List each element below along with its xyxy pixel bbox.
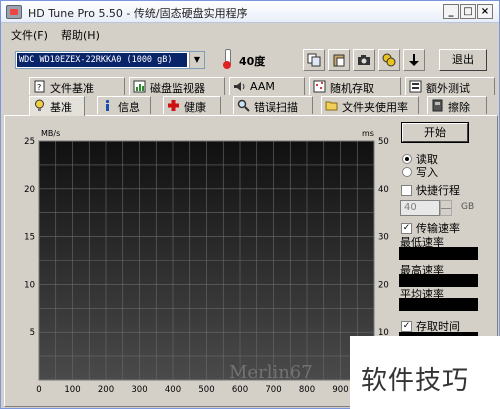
quick-stroke-label: 快捷行程 xyxy=(416,184,460,197)
copy-icon xyxy=(307,53,321,67)
write-label: 写入 xyxy=(416,166,438,179)
y-right-tick-label: 40 xyxy=(378,185,389,195)
drive-select[interactable]: WDC WD10EZEX-22RKKA0 (1000 gB) ▼ xyxy=(15,51,205,69)
menu-bar: 文件(F) 帮助(H) xyxy=(1,24,499,42)
min-rate-value xyxy=(399,247,478,260)
close-button[interactable]: × xyxy=(477,4,493,19)
health-icon xyxy=(168,100,179,111)
tab-extra-tests[interactable]: 额外测试 xyxy=(405,77,495,95)
paste-button[interactable] xyxy=(328,49,350,71)
download-icon xyxy=(409,54,419,66)
x-tick-label: 0 xyxy=(36,385,41,395)
x-tick-label: 300 xyxy=(131,385,147,395)
quick-stroke-spinner[interactable] xyxy=(440,200,452,216)
minimize-button[interactable]: _ xyxy=(443,4,459,19)
y-axis-right-label: ms xyxy=(362,129,374,138)
tab-label: 文件基准 xyxy=(50,82,94,95)
tab-label: 随机存取 xyxy=(330,82,374,95)
tab-health[interactable]: 健康 xyxy=(163,96,221,114)
menu-file[interactable]: 文件(F) xyxy=(11,27,48,43)
quick-stroke-unit: GB xyxy=(461,202,475,212)
chevron-down-icon[interactable]: ▼ xyxy=(189,52,204,68)
erase-icon xyxy=(432,99,443,112)
x-tick-label: 700 xyxy=(265,385,281,395)
read-radio[interactable] xyxy=(402,154,412,164)
tab-aam[interactable]: AAM xyxy=(229,77,305,95)
tab-label: 健康 xyxy=(184,101,206,114)
thermometer-icon xyxy=(220,49,234,69)
folder-icon xyxy=(325,101,338,111)
menu-help[interactable]: 帮助(H) xyxy=(61,27,100,43)
title-bar: HD Tune Pro 5.50 - 传统/固态硬盘实用程序 _ □ × xyxy=(1,1,499,23)
tab-error-scan[interactable]: 错误扫描 xyxy=(233,96,313,114)
x-tick-label: 100 xyxy=(64,385,80,395)
copy-button[interactable] xyxy=(303,49,325,71)
transfer-rate-checkbox[interactable]: ✓ xyxy=(401,223,412,234)
temperature-readout: 40度 xyxy=(239,55,266,68)
watermark-author: Merlin67 xyxy=(229,362,313,383)
quick-stroke-input[interactable]: 40 xyxy=(400,200,440,216)
tab-label: 信息 xyxy=(118,101,140,114)
extra-tests-icon xyxy=(409,80,422,93)
y-left-tick-label: 15 xyxy=(24,233,35,243)
toolbar: WDC WD10EZEX-22RKKA0 (1000 gB) ▼ 40度 退出 xyxy=(1,44,499,74)
tab-strip: ? 文件基准 磁盘监视器 AAM 随机存取 额外测试 基准 信息 健康 错误扫描… xyxy=(1,77,499,117)
tab-disk-monitor[interactable]: 磁盘监视器 xyxy=(129,77,225,95)
benchmark-icon xyxy=(35,99,44,111)
app-window: HD Tune Pro 5.50 - 传统/固态硬盘实用程序 _ □ × 文件(… xyxy=(0,0,500,409)
write-radio[interactable] xyxy=(402,167,412,177)
save-button[interactable] xyxy=(403,49,425,71)
disks-icon xyxy=(382,53,396,67)
y-right-tick-label: 20 xyxy=(378,280,389,290)
watermark-site: 软件技巧 xyxy=(361,366,470,396)
maximize-button[interactable]: □ xyxy=(460,4,476,19)
tab-label: 文件夹使用率 xyxy=(342,101,408,114)
quick-stroke-checkbox[interactable] xyxy=(401,185,412,196)
file-benchmark-icon: ? xyxy=(34,80,45,93)
info-icon xyxy=(105,99,110,111)
screenshot-button[interactable] xyxy=(353,49,375,71)
random-access-icon xyxy=(313,80,326,93)
options-button[interactable] xyxy=(378,49,400,71)
x-tick-label: 500 xyxy=(198,385,214,395)
svg-text:?: ? xyxy=(37,83,41,92)
y-left-tick-label: 20 xyxy=(24,185,35,195)
tab-benchmark[interactable]: 基准 xyxy=(29,96,85,116)
tab-info[interactable]: 信息 xyxy=(97,96,151,114)
x-tick-label: 600 xyxy=(232,385,248,395)
y-left-tick-label: 10 xyxy=(24,280,35,290)
y-left-tick-label: 5 xyxy=(30,328,35,338)
hdtune-app-icon xyxy=(6,5,22,19)
speaker-icon xyxy=(234,82,245,91)
window-title: HD Tune Pro 5.50 - 传统/固态硬盘实用程序 xyxy=(28,7,248,20)
y-right-tick-label: 50 xyxy=(378,137,389,147)
y-right-tick-label: 30 xyxy=(378,233,389,243)
x-tick-label: 900 xyxy=(332,385,348,395)
start-button[interactable]: 开始 xyxy=(401,122,469,143)
magnifier-icon xyxy=(237,99,250,112)
camera-icon xyxy=(358,55,370,65)
y-axis-left-label: MB/s xyxy=(41,129,60,138)
x-tick-label: 200 xyxy=(98,385,114,395)
tab-erase[interactable]: 擦除 xyxy=(427,96,487,114)
exit-button[interactable]: 退出 xyxy=(439,49,487,71)
y-left-tick-label: 25 xyxy=(24,137,35,147)
tab-folder-usage[interactable]: 文件夹使用率 xyxy=(321,96,419,114)
tab-random-access[interactable]: 随机存取 xyxy=(309,77,401,95)
disk-monitor-icon xyxy=(133,80,146,93)
tab-file-benchmark[interactable]: ? 文件基准 xyxy=(29,77,125,95)
tab-label: 额外测试 xyxy=(426,82,470,95)
drive-select-value: WDC WD10EZEX-22RKKA0 (1000 gB) xyxy=(17,53,187,67)
x-tick-label: 800 xyxy=(299,385,315,395)
avg-rate-value xyxy=(399,298,478,311)
paste-icon xyxy=(333,54,345,67)
access-time-checkbox[interactable]: ✓ xyxy=(401,321,412,332)
tab-label: 错误扫描 xyxy=(254,101,298,114)
benchmark-chart: MB/s ms25201510550403020100 100 200 300 400 50… xyxy=(24,129,389,395)
tab-label: 磁盘监视器 xyxy=(150,82,205,95)
tab-label: AAM xyxy=(250,80,275,93)
tab-label: 基准 xyxy=(50,101,72,114)
x-tick-label: 400 xyxy=(165,385,181,395)
tab-label: 擦除 xyxy=(448,101,470,114)
